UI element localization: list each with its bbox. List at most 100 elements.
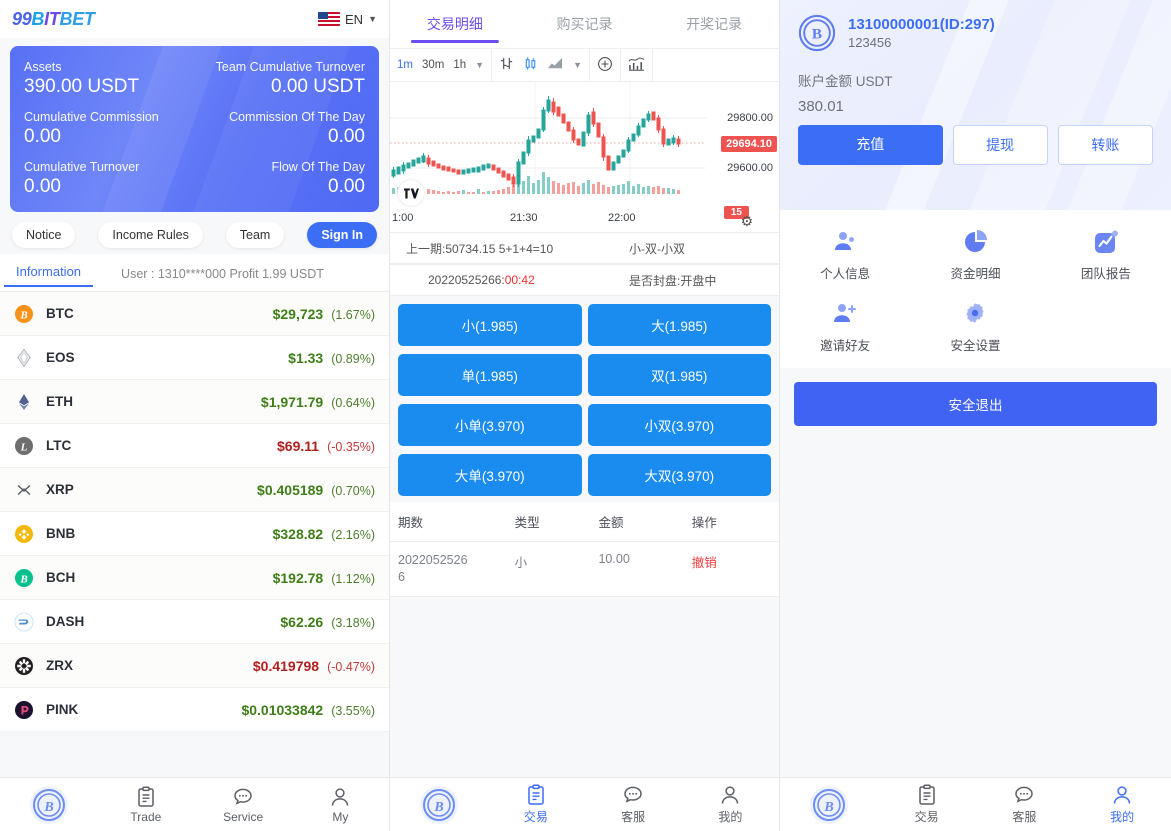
menu-item-2[interactable]: 团队报告	[1041, 228, 1171, 282]
user-profit-text: User : 1310****000 Profit 1.99 USDT	[121, 266, 324, 281]
tabbar-item-My[interactable]: My	[292, 786, 389, 824]
tabbar-item-Trade[interactable]: Trade	[97, 785, 194, 824]
issue-number: 20220525266:	[428, 273, 505, 287]
person-icon[interactable]	[329, 786, 351, 808]
coin-quote: $0.419798 (-0.47%)	[253, 658, 375, 674]
tabbar-label: 我的	[718, 810, 743, 824]
menu-item-0[interactable]: 个人信息	[780, 228, 910, 282]
tabbar-item-我的[interactable]: 我的	[1073, 784, 1171, 825]
bet-option-5[interactable]: 小双(3.970)	[587, 404, 771, 446]
withdraw-button[interactable]: 提现	[952, 125, 1048, 165]
coin-row-dash[interactable]: DASH $62.26 (3.18%)	[0, 600, 389, 644]
tab-information[interactable]: Information	[4, 260, 94, 287]
sign-in-button[interactable]: Sign In	[307, 222, 377, 248]
price-chart[interactable]: 29800.00 29694.10 29600.00 15 1:00 21:30…	[390, 82, 779, 232]
tab-trade-details[interactable]: 交易明细	[390, 0, 520, 48]
transfer-button[interactable]: 转账	[1057, 125, 1153, 165]
tabbar-item-home[interactable]: B	[390, 785, 487, 825]
coin-row-pink[interactable]: PINK $0.01033842 (3.55%)	[0, 688, 389, 732]
tabbar-item-客服[interactable]: 客服	[976, 784, 1074, 825]
chart-toolbar: 1m 30m 1h ▼ ▼	[390, 48, 779, 82]
menu-item-3[interactable]: 邀请好友	[780, 300, 910, 354]
coin-row-xrp[interactable]: XRP $0.405189 (0.70%)	[0, 468, 389, 512]
report-trend-icon	[1092, 228, 1120, 256]
bar-chart-type-icon[interactable]	[499, 56, 514, 74]
interval-1h[interactable]: 1h	[453, 59, 466, 71]
tabbar-item-home[interactable]: B	[780, 785, 878, 825]
round-status: 是否封盘:开盘中	[629, 273, 717, 288]
bet-option-3[interactable]: 双(1.985)	[587, 354, 771, 396]
coin-change: (0.89%)	[331, 351, 375, 366]
invite-friend-icon	[831, 300, 859, 328]
bitcoin-logo-icon[interactable]: B	[809, 785, 849, 825]
account-name: 13100000001(ID:297)	[848, 16, 995, 33]
bet-option-4[interactable]: 小单(3.970)	[398, 404, 582, 446]
bitcoin-avatar-icon: B	[798, 14, 836, 52]
cumulative-turnover-label: Cumulative Turnover	[24, 160, 140, 174]
tabbar-label: 客服	[1012, 810, 1037, 824]
dash-icon	[14, 612, 34, 632]
coin-row-zrx[interactable]: ZRX $0.419798 (-0.47%)	[0, 644, 389, 688]
bet-option-2[interactable]: 单(1.985)	[398, 354, 582, 396]
bnb-icon	[14, 524, 34, 544]
cumulative-commission-value: 0.00	[24, 126, 61, 147]
menu-item-4[interactable]: 安全设置	[910, 300, 1040, 354]
deposit-button[interactable]: 充值	[798, 125, 943, 165]
chat-icon[interactable]	[232, 786, 254, 808]
candlestick-icon[interactable]	[523, 56, 538, 74]
plus-indicator-icon[interactable]	[597, 56, 613, 75]
notice-button[interactable]: Notice	[12, 222, 76, 248]
coin-symbol: PINK	[46, 702, 79, 717]
bet-option-0[interactable]: 小(1.985)	[398, 304, 582, 346]
cancel-bet-button[interactable]: 撤销	[692, 552, 771, 571]
coin-row-eos[interactable]: EOS $1.33 (0.89%)	[0, 336, 389, 380]
person-icon[interactable]	[719, 784, 741, 806]
income-rules-button[interactable]: Income Rules	[98, 222, 203, 248]
indicators-icon[interactable]	[628, 56, 645, 75]
clipboard-icon[interactable]	[135, 785, 157, 808]
coin-row-btc[interactable]: B BTC $29,723 (1.67%)	[0, 292, 389, 336]
interval-chevron-icon[interactable]: ▼	[475, 60, 484, 70]
account-menu: 个人信息 资金明细 团队报告邀请好友 安全设置	[780, 210, 1171, 368]
clipboard-icon[interactable]	[916, 784, 938, 806]
coin-row-bnb[interactable]: BNB $328.82 (2.16%)	[0, 512, 389, 556]
chat-icon[interactable]	[1013, 784, 1035, 806]
xrp-icon	[14, 480, 34, 500]
coin-row-bch[interactable]: B BCH $192.78 (1.12%)	[0, 556, 389, 600]
tabbar-label: 交易	[523, 810, 548, 824]
language-selector[interactable]: EN ▼	[318, 12, 377, 27]
account-menu-grid: 个人信息 资金明细 团队报告邀请好友 安全设置	[780, 228, 1171, 354]
bitcoin-logo-icon[interactable]: B	[419, 785, 459, 825]
coin-price: $1,971.79	[260, 393, 324, 410]
svg-text:L: L	[20, 441, 28, 453]
us-flag-icon	[318, 12, 341, 26]
bet-option-7[interactable]: 大双(3.970)	[587, 454, 771, 496]
person-icon[interactable]	[1111, 784, 1133, 806]
tabbar-item-Service[interactable]: Service	[195, 786, 292, 824]
coin-row-eth[interactable]: ETH $1,971.79 (0.64%)	[0, 380, 389, 424]
bet-option-6[interactable]: 大单(3.970)	[398, 454, 582, 496]
logout-wrap: 安全退出	[780, 368, 1171, 440]
settings-gear-icon[interactable]: ⚙	[740, 213, 753, 230]
line-chart-icon[interactable]	[547, 56, 564, 74]
tabbar-item-客服[interactable]: 客服	[585, 784, 682, 825]
interval-1m[interactable]: 1m	[397, 59, 413, 71]
chat-icon[interactable]	[622, 784, 644, 806]
chart-type-chevron-icon[interactable]: ▼	[573, 60, 582, 70]
assets-label: Assets	[24, 60, 62, 74]
interval-30m[interactable]: 30m	[422, 59, 444, 71]
bitcoin-logo-icon[interactable]: B	[29, 785, 69, 825]
tabbar-item-交易[interactable]: 交易	[878, 784, 976, 825]
tab-purchase-records[interactable]: 购买记录	[520, 0, 650, 48]
bet-option-1[interactable]: 大(1.985)	[587, 304, 771, 346]
coin-row-ltc[interactable]: L LTC $69.11 (-0.35%)	[0, 424, 389, 468]
logout-button[interactable]: 安全退出	[794, 382, 1157, 426]
clipboard-icon[interactable]	[525, 784, 547, 806]
team-button[interactable]: Team	[225, 222, 285, 248]
tabbar-item-交易[interactable]: 交易	[487, 784, 584, 825]
tabbar-item-home[interactable]: B	[0, 785, 97, 825]
tabbar-label: 客服	[621, 810, 646, 824]
tabbar-item-我的[interactable]: 我的	[682, 784, 779, 825]
tab-lottery-records[interactable]: 开奖记录	[649, 0, 779, 48]
menu-item-1[interactable]: 资金明细	[910, 228, 1040, 282]
